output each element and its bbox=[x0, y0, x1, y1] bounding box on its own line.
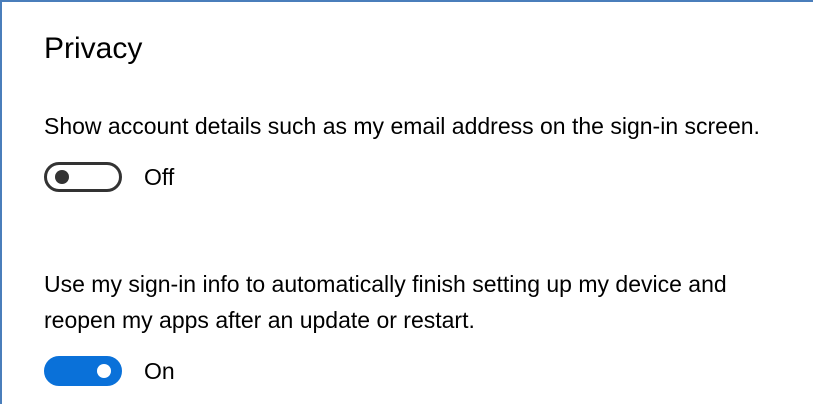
toggle-row: Off bbox=[44, 162, 804, 192]
settings-panel: Privacy Show account details such as my … bbox=[0, 0, 813, 404]
toggle-row: On bbox=[44, 356, 804, 386]
setting-show-account-details: Show account details such as my email ad… bbox=[44, 108, 804, 192]
toggle-knob bbox=[55, 170, 69, 184]
toggle-knob bbox=[97, 364, 111, 378]
setting-description: Use my sign-in info to automatically fin… bbox=[44, 271, 727, 333]
setting-description: Show account details such as my email ad… bbox=[44, 113, 760, 139]
toggle-state-label: On bbox=[144, 358, 175, 384]
sign-in-info-toggle[interactable] bbox=[44, 356, 122, 386]
toggle-state-label: Off bbox=[144, 164, 175, 190]
account-details-toggle[interactable] bbox=[44, 162, 122, 192]
setting-use-sign-in-info: Use my sign-in info to automatically fin… bbox=[44, 266, 804, 386]
section-title: Privacy bbox=[44, 32, 143, 65]
